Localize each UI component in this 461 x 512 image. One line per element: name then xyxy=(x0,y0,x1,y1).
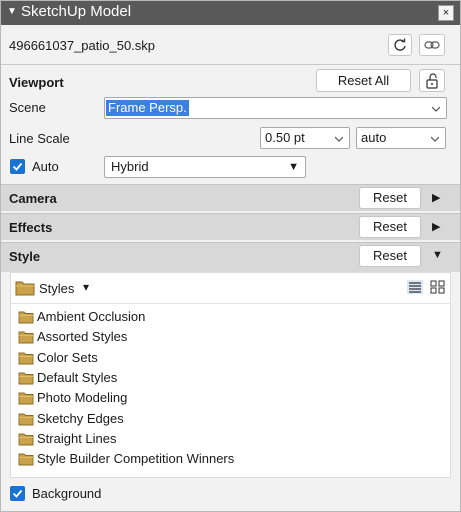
folder-icon xyxy=(18,372,34,385)
folder-icon xyxy=(18,311,34,324)
auto-label: Auto xyxy=(32,159,59,174)
dropdown-caret-icon: ▾ xyxy=(83,280,90,294)
style-folder-label: Straight Lines xyxy=(37,430,117,446)
background-checkbox[interactable] xyxy=(10,486,25,501)
lock-button[interactable] xyxy=(419,69,445,92)
refresh-icon xyxy=(394,38,406,51)
effects-section-header[interactable]: Effects Reset ▶ xyxy=(1,213,460,240)
style-section-label: Style xyxy=(9,249,41,264)
style-folder-label: Default Styles xyxy=(37,369,118,385)
dropdown-arrow-icon: ▼ xyxy=(288,161,299,173)
grid-view-icon[interactable] xyxy=(430,280,446,294)
style-folder-label: Style Builder Competition Winners xyxy=(37,451,235,467)
effects-section-label: Effects xyxy=(9,220,53,235)
collapse-triangle-icon[interactable]: ▼ xyxy=(7,6,17,17)
folder-icon xyxy=(18,331,34,344)
line-scale-label: Line Scale xyxy=(9,131,70,146)
render-mode-value: Hybrid xyxy=(111,159,149,174)
style-folder-label: Sketchy Edges xyxy=(37,410,124,426)
file-name: 496661037_patio_50.skp xyxy=(9,38,156,53)
camera-section-header[interactable]: Camera Reset ▶ xyxy=(1,184,460,211)
sketchup-model-panel: ▼ SketchUp Model × 496661037_patio_50.sk… xyxy=(0,0,461,512)
render-mode-select[interactable]: Hybrid ▼ xyxy=(104,156,306,178)
link-button[interactable] xyxy=(419,34,445,56)
expand-arrow-icon[interactable]: ▶ xyxy=(432,220,440,233)
style-reset-button[interactable]: Reset xyxy=(359,245,421,267)
background-label: Background xyxy=(32,486,102,501)
viewport-heading: Viewport xyxy=(9,75,64,90)
link-icon xyxy=(424,41,440,49)
panel-title-bar[interactable]: ▼ SketchUp Model × xyxy=(1,1,460,25)
panel-title: SketchUp Model xyxy=(21,3,132,20)
unlock-icon xyxy=(426,73,438,89)
checkmark-icon xyxy=(12,162,23,171)
camera-reset-button[interactable]: Reset xyxy=(359,187,421,209)
style-section-header[interactable]: Style Reset ▼ xyxy=(1,242,460,272)
close-icon[interactable]: × xyxy=(438,5,454,21)
folder-icon xyxy=(18,392,34,405)
chevron-down-icon xyxy=(431,136,439,142)
divider xyxy=(11,303,450,304)
folder-icon xyxy=(15,281,35,296)
styles-browser: Styles ▾ Ambient Occlusion Assorted Style… xyxy=(10,272,451,478)
collapse-arrow-icon[interactable]: ▼ xyxy=(432,249,443,261)
folder-icon xyxy=(18,413,34,425)
expand-arrow-icon[interactable]: ▶ xyxy=(432,191,440,204)
checkmark-icon xyxy=(12,489,23,498)
scene-select[interactable]: Frame Persp. xyxy=(104,97,447,119)
line-scale-mode-value: auto xyxy=(361,130,387,145)
line-scale-mode-select[interactable]: auto xyxy=(356,127,446,149)
folder-icon xyxy=(18,433,34,446)
auto-checkbox[interactable] xyxy=(10,159,25,174)
style-folder-label: Assorted Styles xyxy=(37,329,128,345)
list-view-icon[interactable] xyxy=(407,280,423,294)
styles-dropdown-label: Styles xyxy=(39,281,75,296)
camera-section-label: Camera xyxy=(9,191,57,206)
effects-reset-button[interactable]: Reset xyxy=(359,216,421,238)
reset-all-button[interactable]: Reset All xyxy=(316,69,411,92)
refresh-button[interactable] xyxy=(388,34,412,56)
scene-selected-value: Frame Persp. xyxy=(106,100,189,116)
scene-label: Scene xyxy=(9,100,46,115)
line-scale-value: 0.50 pt xyxy=(265,130,305,145)
folder-icon xyxy=(18,453,34,466)
style-folder-label: Color Sets xyxy=(37,349,98,365)
style-folder-label: Ambient Occlusion xyxy=(37,309,146,324)
chevron-down-icon xyxy=(335,136,343,142)
line-scale-select[interactable]: 0.50 pt xyxy=(260,127,350,149)
divider xyxy=(1,64,460,65)
folder-icon xyxy=(18,352,34,365)
chevron-down-icon xyxy=(432,106,440,112)
styles-dropdown[interactable]: Styles ▾ xyxy=(15,279,89,299)
style-folder-label: Photo Modeling xyxy=(37,390,128,406)
